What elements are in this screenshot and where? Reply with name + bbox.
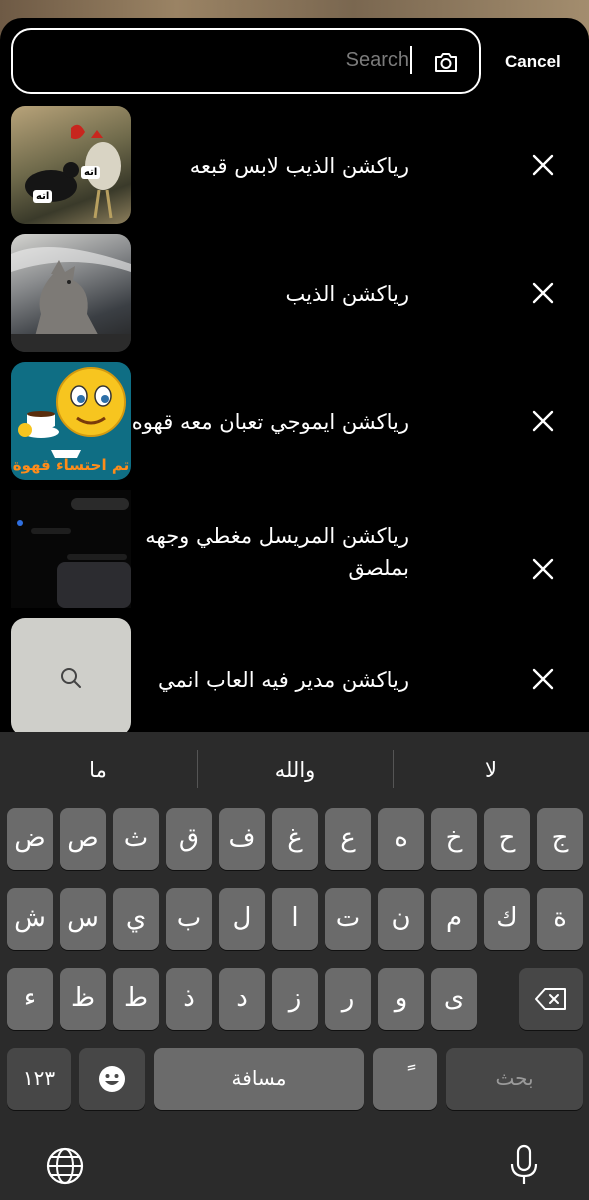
rooster-illustration [25, 124, 121, 219]
key[interactable]: ه [378, 808, 424, 870]
history-item[interactable]: تم احتساء قهوة رياكشن ايموجي تعبان معه ق… [0, 362, 589, 482]
microphone-icon[interactable] [508, 1144, 540, 1188]
key[interactable]: ذ [166, 968, 212, 1030]
remove-icon[interactable] [530, 280, 556, 306]
key[interactable]: ط [113, 968, 159, 1030]
tanween-key[interactable]: ً [373, 1048, 437, 1110]
text-cursor [410, 46, 412, 74]
key[interactable]: ر [325, 968, 371, 1030]
search-key[interactable]: بحث [446, 1048, 583, 1110]
suggestion[interactable]: ما [0, 750, 196, 790]
thumbnail-wolf [11, 234, 131, 352]
history-item-label: رياكشن مدير فيه العاب انمي [158, 668, 409, 692]
emoji-key[interactable] [79, 1048, 145, 1110]
key[interactable]: س [60, 888, 106, 950]
backspace-icon [535, 988, 566, 1010]
search-placeholder: Search [345, 49, 409, 71]
suggestion[interactable]: لا [393, 750, 589, 790]
search-icon [61, 668, 81, 688]
remove-icon[interactable] [530, 556, 556, 582]
key[interactable]: خ [431, 808, 477, 870]
key[interactable]: ب [166, 888, 212, 950]
key[interactable]: ث [113, 808, 159, 870]
key[interactable]: غ [272, 808, 318, 870]
key[interactable]: ء [7, 968, 53, 1030]
key[interactable]: ض [7, 808, 53, 870]
key[interactable]: ت [325, 888, 371, 950]
numbers-key[interactable]: ١٢٣ [7, 1048, 71, 1110]
key[interactable]: ك [484, 888, 530, 950]
wolf-illustration [11, 246, 131, 352]
key[interactable]: ج [537, 808, 583, 870]
keyboard: ما والله لا ض ص ث ق ف غ ع ه خ ح ج ش س ي … [0, 732, 589, 1200]
thumb-caption: تم احتساء قهوة [12, 456, 130, 474]
key[interactable]: ي [113, 888, 159, 950]
key[interactable]: ا [272, 888, 318, 950]
search-input[interactable]: Search [11, 28, 481, 94]
key[interactable]: ع [325, 808, 371, 870]
history-item[interactable]: رياكشن مدير فيه العاب انمي [0, 618, 589, 732]
backspace-key[interactable] [519, 968, 583, 1030]
thumb-label: اته [81, 166, 101, 179]
key[interactable]: م [431, 888, 477, 950]
thumb-label: اته [33, 190, 53, 203]
emoji-icon [99, 1066, 125, 1092]
key[interactable]: ة [537, 888, 583, 950]
key[interactable]: و [378, 968, 424, 1030]
search-sheet: Search Cancel اته اته رياكشن الذيب لابس … [0, 18, 589, 732]
cancel-button[interactable]: Cancel [505, 52, 561, 72]
space-key[interactable]: مسافة [154, 1048, 364, 1110]
thumbnail-chat-screenshot [11, 490, 131, 608]
history-item-label: رياكشن ايموجي تعبان معه قهوه [131, 410, 409, 434]
thumbnail-emoji-coffee: تم احتساء قهوة [11, 362, 131, 480]
key[interactable]: ز [272, 968, 318, 1030]
history-item[interactable]: رياكشن المريسل مغطي وجهه بملصق [0, 490, 589, 610]
history-item[interactable]: اته اته رياكشن الذيب لابس قبعه [0, 106, 589, 226]
key[interactable]: ص [60, 808, 106, 870]
camera-icon[interactable] [433, 49, 459, 75]
globe-icon[interactable] [45, 1146, 85, 1186]
remove-icon[interactable] [530, 408, 556, 434]
history-item-label: رياكشن المريسل مغطي وجهه بملصق [145, 524, 409, 580]
key[interactable]: ل [219, 888, 265, 950]
key[interactable]: ى [431, 968, 477, 1030]
key[interactable]: ف [219, 808, 265, 870]
key[interactable]: ش [7, 888, 53, 950]
key[interactable]: ق [166, 808, 212, 870]
history-item-label: رياكشن الذيب [285, 282, 410, 306]
suggestion[interactable]: والله [197, 750, 393, 790]
thumbnail-rooster: اته اته [11, 106, 131, 224]
key[interactable]: د [219, 968, 265, 1030]
key[interactable]: ح [484, 808, 530, 870]
remove-icon[interactable] [530, 666, 556, 692]
history-item[interactable]: رياكشن الذيب [0, 234, 589, 354]
key[interactable]: ن [378, 888, 424, 950]
thumbnail-placeholder [11, 618, 131, 732]
history-item-label: رياكشن الذيب لابس قبعه [189, 154, 409, 178]
key[interactable]: ظ [60, 968, 106, 1030]
remove-icon[interactable] [530, 152, 556, 178]
